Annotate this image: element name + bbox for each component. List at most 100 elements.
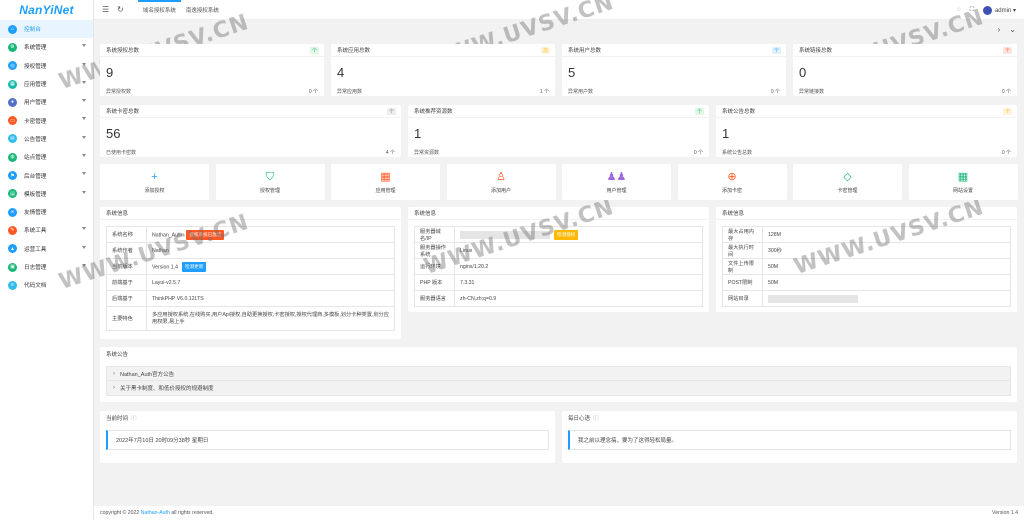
- row-value: Layui-v2.5.7: [146, 274, 395, 291]
- row-value: 50M: [762, 258, 1011, 275]
- sidebar-item[interactable]: ▣ 日志管理: [0, 258, 93, 276]
- fullscreen-icon[interactable]: ⛶: [970, 7, 974, 14]
- sidebar-item[interactable]: ✎ 系统工具: [0, 221, 93, 239]
- action-button[interactable]: 检测授权: [554, 229, 579, 240]
- limits-panel: 系统信息 最大占用内存 128M 最大执行时间 300秒 文件上传限制 50M POST限制…: [716, 207, 1017, 312]
- table-row: 系统作者 Nathan: [106, 242, 395, 259]
- stat-card: 系统用户总数个 5 异常用户数 0 个: [562, 44, 786, 96]
- tab-next-icon[interactable]: ›: [998, 25, 1001, 34]
- stat-footer: 异常应用数 1 个: [337, 89, 549, 95]
- stat-title: 系统用户总数个: [562, 44, 786, 57]
- quick-action-add-card[interactable]: ⊕ 添加卡密: [677, 164, 787, 200]
- home-icon: ⌂: [8, 24, 17, 34]
- theme-icon[interactable]: ◌: [957, 7, 961, 13]
- row-key: 当前版本: [106, 258, 147, 275]
- chevron-down-icon: [82, 44, 86, 48]
- sidebar-item[interactable]: ⌂ 控制台: [0, 20, 93, 39]
- info-icon: ⓘ: [131, 415, 137, 422]
- row-key: 服务器语言: [414, 290, 455, 307]
- action-button[interactable]: 检测更新: [181, 261, 207, 272]
- sidebar-item[interactable]: ▲ 运营工具: [0, 240, 93, 258]
- sidebar-item[interactable]: ◍ 站点管理: [0, 148, 93, 166]
- tab-domain-auth[interactable]: 域名授权系统: [137, 0, 181, 20]
- sidebar-item-label: 系统工具: [24, 228, 47, 235]
- tab-dropdown-icon[interactable]: ⌄: [1009, 25, 1016, 34]
- notice-item[interactable]: › Nathan_Auth官方公告: [106, 366, 1011, 381]
- quick-action-windows[interactable]: ▦ 网站设置: [908, 164, 1018, 200]
- quick-action-shield-check[interactable]: ⛉ 授权管理: [215, 164, 325, 200]
- time-panel: 当前时间 ⓘ 2022年7月10日 20时09分38秒 星期日: [100, 411, 555, 463]
- quick-action-plus[interactable]: + 添加授权: [100, 164, 209, 200]
- quick-action-diamond[interactable]: ◇ 卡密管理: [793, 164, 902, 200]
- quick-action-add-user[interactable]: ♙ 添加用户: [446, 164, 556, 200]
- tab-strip: 域名授权系统 南逸授权系统: [137, 0, 224, 20]
- notice-icon: ✉: [8, 134, 17, 144]
- sidebar-item-label: 运营工具: [24, 246, 47, 253]
- quick-action-label: 添加用户: [490, 187, 511, 194]
- info-icon: ⓘ: [593, 415, 599, 422]
- redacted-value: [768, 294, 858, 303]
- quick-action-label: 授权管理: [259, 187, 280, 194]
- stat-title: 系统卡密总数个: [100, 105, 401, 118]
- stat-card: 系统推荐资源数个 1 异常资源数 0 个: [408, 105, 709, 157]
- sidebar: NanYiNet ⌂ 控制台 ⚙ 系统管理 ◎ 授权管理 ▦ 应用管理 ● 用户管理 ▭ 卡密管理 ✉ 公…: [0, 0, 94, 520]
- row-key: 网站目录: [722, 290, 763, 307]
- stat-tag: 个: [310, 47, 319, 54]
- stat-card: 系统应用总数次 4 异常应用数 1 个: [331, 44, 555, 96]
- tab-controls: › ⌄: [94, 20, 1024, 38]
- footer-link[interactable]: Nathan-Auth: [141, 510, 170, 516]
- user-area: ◌ ⛶ admin ▾: [957, 0, 1016, 20]
- stat-title: 系统推荐资源数个: [408, 105, 709, 118]
- add-card-icon: ⊕: [727, 170, 737, 183]
- user-menu[interactable]: admin ▾: [982, 5, 1016, 15]
- quick-action-apps[interactable]: ▦ 应用管理: [331, 164, 440, 200]
- quick-action-label: 网站设置: [952, 187, 973, 194]
- row-value: ThinkPHP V6.0.12LTS: [146, 290, 395, 307]
- refresh-icon[interactable]: ↻: [117, 5, 124, 14]
- row-key: 文件上传限制: [722, 258, 763, 275]
- sidebar-item[interactable]: ▤ 模板管理: [0, 185, 93, 203]
- notice-item[interactable]: › 关于黑卡制度、和低价授权的规避制度: [106, 381, 1011, 396]
- sidebar-item[interactable]: ● 用户管理: [0, 93, 93, 111]
- sidebar-item[interactable]: ⚑ 后台管理: [0, 166, 93, 184]
- table-row: 最大占用内存 128M: [722, 226, 1011, 243]
- row-value: 7.3.31: [454, 274, 703, 291]
- table-row: 服务器操作系统 Linux: [414, 242, 703, 259]
- stat-value: 4: [337, 65, 345, 80]
- row-key: 服务器操作系统: [414, 242, 455, 259]
- row-value: 300秒: [762, 242, 1011, 259]
- stat-card: 系统链接总数个 0 异常链接数 0 个: [793, 44, 1017, 96]
- sidebar-item[interactable]: ✉ 公告管理: [0, 130, 93, 148]
- sidebar-item-label: 友情管理: [24, 210, 47, 217]
- row-value: 128M: [762, 226, 1011, 243]
- action-button[interactable]: 授权系统已激活: [186, 229, 225, 240]
- tab-nanyi-auth[interactable]: 南逸授权系统: [181, 6, 224, 14]
- stat-tag: 个: [695, 108, 704, 115]
- sidebar-item[interactable]: ▦ 应用管理: [0, 75, 93, 93]
- stat-footer: 系统公告总数 0 个: [722, 150, 1011, 156]
- top-bar: ☰ ↻ 域名授权系统 南逸授权系统 ◌ ⛶ admin ▾: [94, 0, 1024, 20]
- sidebar-item[interactable]: ◎ 授权管理: [0, 57, 93, 75]
- users-icon: ♟♟: [606, 170, 627, 183]
- server-info-table: 服务器域名/IP 检测授权 服务器操作系统 Linux 运行环境 nginx/1.20.2…: [414, 226, 703, 307]
- stat-card: 系统授权总数个 9 异常授权数 0 个: [100, 44, 324, 96]
- stat-value: 5: [568, 65, 576, 80]
- sidebar-item[interactable]: ▭ 卡密管理: [0, 111, 93, 129]
- quick-action-users[interactable]: ♟♟ 用户管理: [562, 164, 671, 200]
- table-row: 文件上传限制 50M: [722, 258, 1011, 275]
- app-logo[interactable]: NanYiNet: [0, 0, 93, 20]
- stat-title: 系统授权总数个: [100, 44, 324, 57]
- sidebar-item[interactable]: ⚙ 系统管理: [0, 38, 93, 56]
- quick-action-label: 添加卡密: [721, 187, 742, 194]
- table-row: 主要特色 多应用授权系统,在线购买,用户Api授权,自助更换授权,卡密授权,授权代…: [106, 306, 395, 331]
- sidebar-item[interactable]: ∞ 友情管理: [0, 203, 93, 221]
- username: admin: [994, 7, 1012, 14]
- stat-value: 1: [414, 126, 422, 141]
- row-value: zh-CN,zh;q=0.9: [454, 290, 703, 307]
- stat-value: 56: [106, 126, 121, 141]
- sidebar-item[interactable]: ≡ 代码文档: [0, 276, 93, 294]
- stat-tag: 个: [772, 47, 781, 54]
- menu-toggle-icon[interactable]: ☰: [102, 5, 109, 14]
- chevron-down-icon: [82, 154, 86, 158]
- table-row: PHP 版本 7.3.31: [414, 274, 703, 291]
